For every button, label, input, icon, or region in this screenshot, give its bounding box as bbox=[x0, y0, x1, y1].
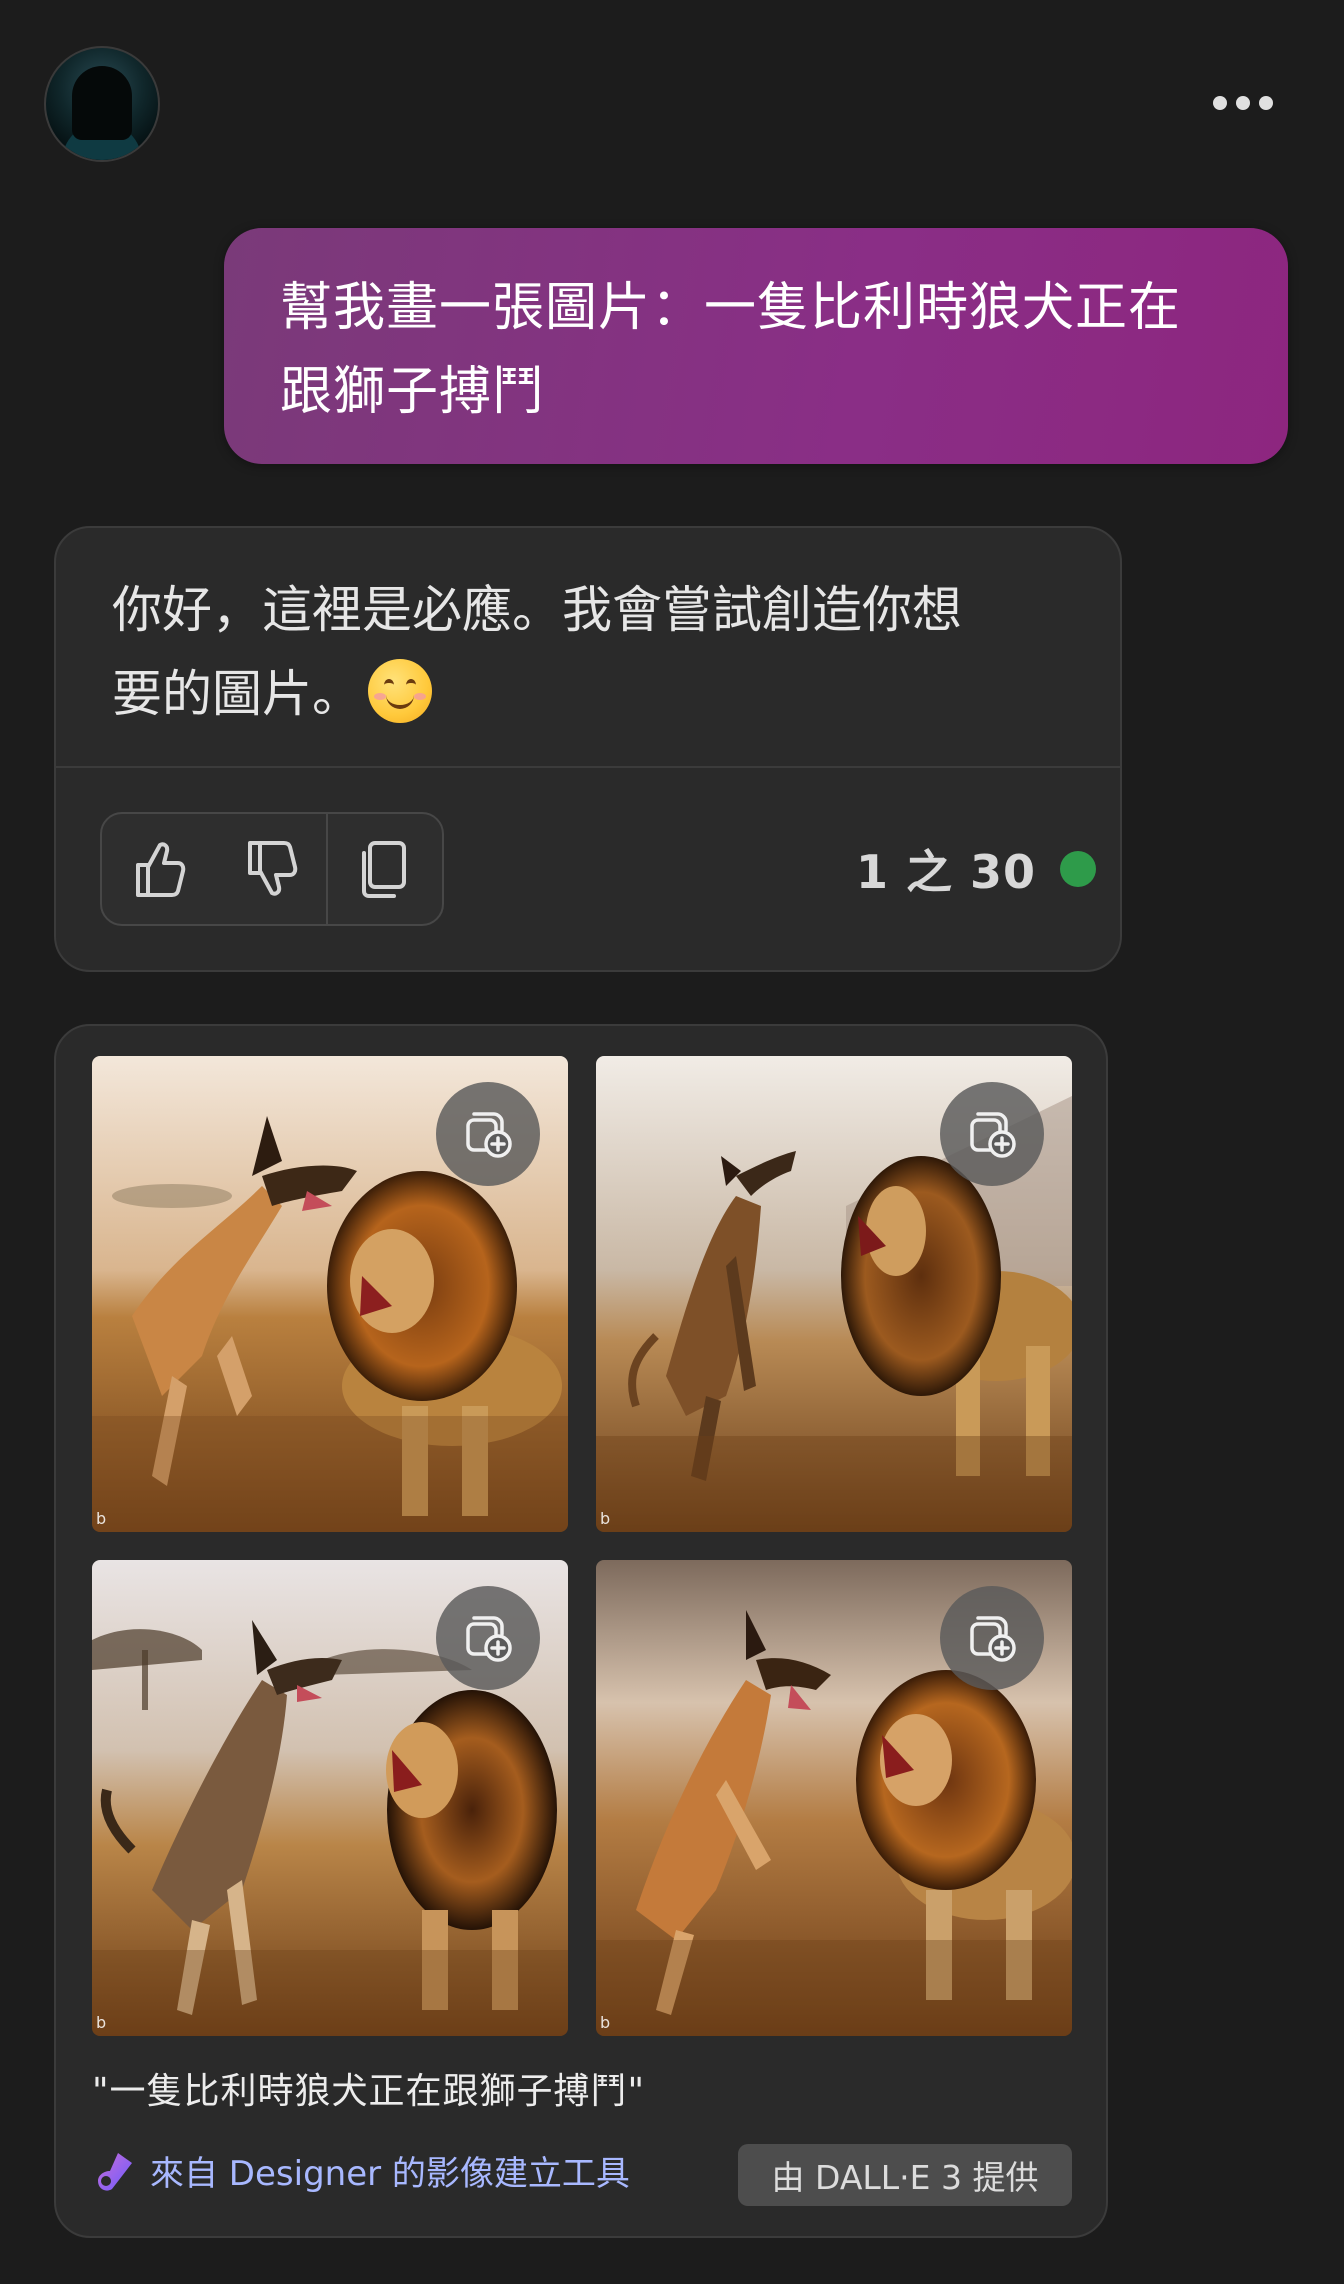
message-counter: 1 之 30 bbox=[856, 812, 1097, 926]
designer-link-text: 來自 Designer 的影像建立工具 bbox=[150, 2154, 630, 2194]
thumbs-down-icon bbox=[248, 841, 298, 896]
bot-message-text: 你好，這裡是必應。我會嘗試創造你想 要的圖片。 bbox=[56, 528, 1120, 768]
add-to-collection-button[interactable] bbox=[940, 1082, 1044, 1186]
like-button[interactable] bbox=[102, 814, 214, 924]
status-indicator bbox=[1060, 851, 1097, 887]
copy-button[interactable] bbox=[326, 814, 440, 924]
provider-text: 由 DALL·E 3 提供 bbox=[771, 2158, 1039, 2197]
add-to-collection-button[interactable] bbox=[436, 1082, 540, 1186]
bing-watermark-icon: b bbox=[600, 2013, 611, 2032]
bot-message-line-2-wrap: 要的圖片。 bbox=[112, 652, 1064, 736]
generated-image-1[interactable]: b bbox=[92, 1056, 568, 1532]
generated-image-3[interactable]: b bbox=[92, 1560, 568, 2036]
user-message-bubble: 幫我畫一張圖片：一隻比利時狼犬正在 跟獅子搏鬥 bbox=[224, 228, 1288, 464]
thumbs-up-icon bbox=[136, 842, 186, 897]
bot-message-card: 你好，這裡是必應。我會嘗試創造你想 要的圖片。 1 之 30 bbox=[54, 526, 1122, 972]
dislike-button[interactable] bbox=[214, 814, 326, 924]
generated-image-2[interactable]: b bbox=[596, 1056, 1072, 1532]
add-to-collection-button[interactable] bbox=[436, 1586, 540, 1690]
image-result-card: b b b b "一隻比利時狼犬正在跟獅子搏鬥" 來自 Designer 的影像… bbox=[54, 1024, 1108, 2238]
add-to-collection-icon bbox=[970, 1616, 1016, 1662]
add-to-collection-button[interactable] bbox=[940, 1586, 1044, 1690]
more-horizontal-icon-dot bbox=[1259, 96, 1273, 110]
avatar-hood bbox=[72, 66, 132, 140]
user-message-line-1: 幫我畫一張圖片：一隻比利時狼犬正在 bbox=[280, 278, 1182, 338]
add-to-collection-icon bbox=[466, 1112, 512, 1158]
bot-message-line-2: 要的圖片。 bbox=[112, 665, 362, 723]
designer-link[interactable]: 來自 Designer 的影像建立工具 bbox=[92, 2146, 630, 2195]
add-to-collection-icon bbox=[970, 1112, 1016, 1158]
dalle-provider-badge: 由 DALL·E 3 提供 bbox=[738, 2144, 1072, 2206]
bot-message-line-1: 你好，這裡是必應。我會嘗試創造你想 bbox=[112, 581, 962, 639]
feedback-buttons bbox=[100, 812, 444, 926]
add-to-collection-icon bbox=[466, 1616, 512, 1662]
more-horizontal-icon bbox=[1213, 96, 1227, 110]
generated-image-4[interactable]: b bbox=[596, 1560, 1072, 2036]
bing-watermark-icon: b bbox=[96, 1509, 107, 1528]
image-prompt-caption: "一隻比利時狼犬正在跟獅子搏鬥" bbox=[92, 2071, 646, 2112]
avatar[interactable] bbox=[44, 46, 160, 162]
more-options-button[interactable] bbox=[1200, 84, 1286, 122]
designer-icon bbox=[98, 2152, 132, 2191]
bing-watermark-icon: b bbox=[96, 2013, 107, 2032]
bing-watermark-icon: b bbox=[600, 1509, 611, 1528]
copy-icon bbox=[362, 841, 406, 898]
more-horizontal-icon-dot bbox=[1236, 96, 1250, 110]
user-message-line-2: 跟獅子搏鬥 bbox=[280, 362, 546, 422]
message-counter-text: 1 之 30 bbox=[856, 845, 1037, 899]
smiling-face-emoji-icon bbox=[368, 659, 432, 723]
